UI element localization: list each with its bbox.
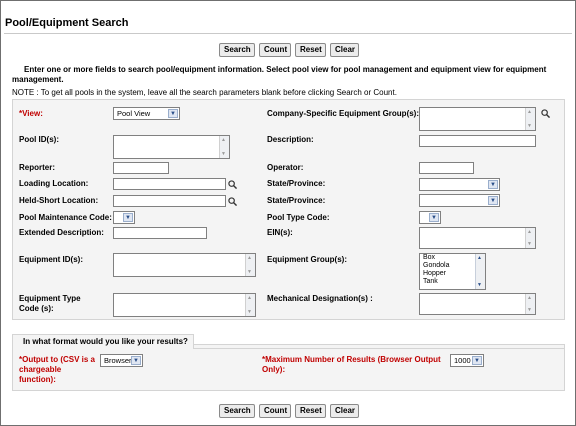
scrollbar[interactable]: ▲ ▼ [475, 254, 485, 289]
company-group-label: Company-Specific Equipment Group(s): [267, 109, 420, 118]
count-button-bottom[interactable]: Count [259, 404, 291, 418]
format-divider [194, 348, 565, 349]
pool-ids-label: Pool ID(s): [19, 135, 59, 144]
loading-location-input[interactable] [113, 178, 226, 190]
state-province-select[interactable]: ▼ [419, 178, 500, 191]
output-label: *Output to (CSV is a chargeable function… [19, 355, 95, 384]
pool-maintenance-select[interactable]: ▼ [113, 211, 135, 224]
reporter-input[interactable] [113, 162, 169, 174]
extended-description-input[interactable] [113, 227, 207, 239]
search-button[interactable]: Search [219, 43, 255, 57]
chevron-down-icon: ▼ [168, 109, 178, 118]
scrollbar[interactable]: ▲ ▼ [245, 294, 255, 316]
title-divider [4, 33, 572, 34]
view-select[interactable]: Pool View ▼ [113, 107, 180, 120]
chevron-down-icon: ▼ [488, 196, 498, 205]
equipment-ids-label: Equipment ID(s): [19, 255, 83, 264]
equipment-ids-textarea[interactable]: ▲ ▼ [113, 253, 256, 277]
chevron-down-icon: ▼ [131, 356, 141, 365]
chevron-down-icon: ▼ [123, 213, 133, 222]
count-button[interactable]: Count [259, 43, 291, 57]
scrollbar[interactable]: ▲ ▼ [525, 228, 535, 248]
search-icon[interactable] [541, 109, 550, 118]
page-title: Pool/Equipment Search [5, 17, 129, 29]
scrollbar[interactable]: ▲ ▼ [525, 294, 535, 314]
view-label: *View: [19, 109, 43, 118]
state-province-label: State/Province: [267, 179, 326, 188]
scrollbar[interactable]: ▲ ▼ [219, 136, 229, 158]
output-select-value: Browser [104, 356, 132, 365]
equipment-groups-listbox[interactable]: Box Gondola Hopper Tank ▲ ▼ [419, 253, 486, 290]
search-button-bottom[interactable]: Search [219, 404, 255, 418]
ein-textarea[interactable]: ▲ ▼ [419, 227, 536, 249]
company-group-textarea[interactable]: ▲ ▼ [419, 107, 536, 131]
held-short-label: Held-Short Location: [19, 196, 99, 205]
operator-input[interactable] [419, 162, 474, 174]
chevron-down-icon: ▼ [472, 356, 482, 365]
equipment-type-textarea[interactable]: ▲ ▼ [113, 293, 256, 317]
search-icon[interactable] [228, 197, 237, 206]
clear-button[interactable]: Clear [330, 43, 359, 57]
description-input[interactable] [419, 135, 536, 147]
equipment-type-label: Equipment Type Code (s): [19, 294, 81, 313]
loading-location-label: Loading Location: [19, 179, 89, 188]
reporter-label: Reporter: [19, 163, 56, 172]
format-heading: In what format would you like your resul… [12, 334, 194, 349]
max-results-label: *Maximum Number of Results (Browser Outp… [262, 355, 441, 374]
ein-label: EIN(s): [267, 228, 293, 237]
clear-button-bottom[interactable]: Clear [330, 404, 359, 418]
pool-ids-textarea[interactable]: ▲ ▼ [113, 135, 230, 159]
output-select[interactable]: Browser ▼ [100, 354, 143, 367]
mechanical-designation-label: Mechanical Designation(s) : [267, 294, 373, 303]
reset-button[interactable]: Reset [295, 43, 326, 57]
state-province-label-2: State/Province: [267, 196, 326, 205]
operator-label: Operator: [267, 163, 304, 172]
max-results-select[interactable]: 1000 ▼ [450, 354, 484, 367]
scrollbar[interactable]: ▲ ▼ [245, 254, 255, 276]
mechanical-designation-textarea[interactable]: ▲ ▼ [419, 293, 536, 315]
extended-description-label: Extended Description: [19, 228, 104, 237]
chevron-down-icon: ▼ [488, 180, 498, 189]
max-results-value: 1000 [454, 356, 471, 365]
equipment-groups-label: Equipment Group(s): [267, 255, 347, 264]
description-label: Description: [267, 135, 314, 144]
reset-button-bottom[interactable]: Reset [295, 404, 326, 418]
pool-type-select[interactable]: ▼ [419, 211, 441, 224]
chevron-down-icon: ▼ [429, 213, 439, 222]
state-province-select-2[interactable]: ▼ [419, 194, 500, 207]
intro-text: Enter one or more fields to search pool/… [12, 65, 547, 84]
pool-type-label: Pool Type Code: [267, 213, 330, 222]
note-text: NOTE : To get all pools in the system, l… [12, 88, 397, 97]
pool-maintenance-label: Pool Maintenance Code: [19, 213, 112, 222]
held-short-input[interactable] [113, 195, 226, 207]
view-select-value: Pool View [117, 109, 151, 118]
scrollbar[interactable]: ▲ ▼ [525, 108, 535, 130]
search-icon[interactable] [228, 180, 237, 189]
